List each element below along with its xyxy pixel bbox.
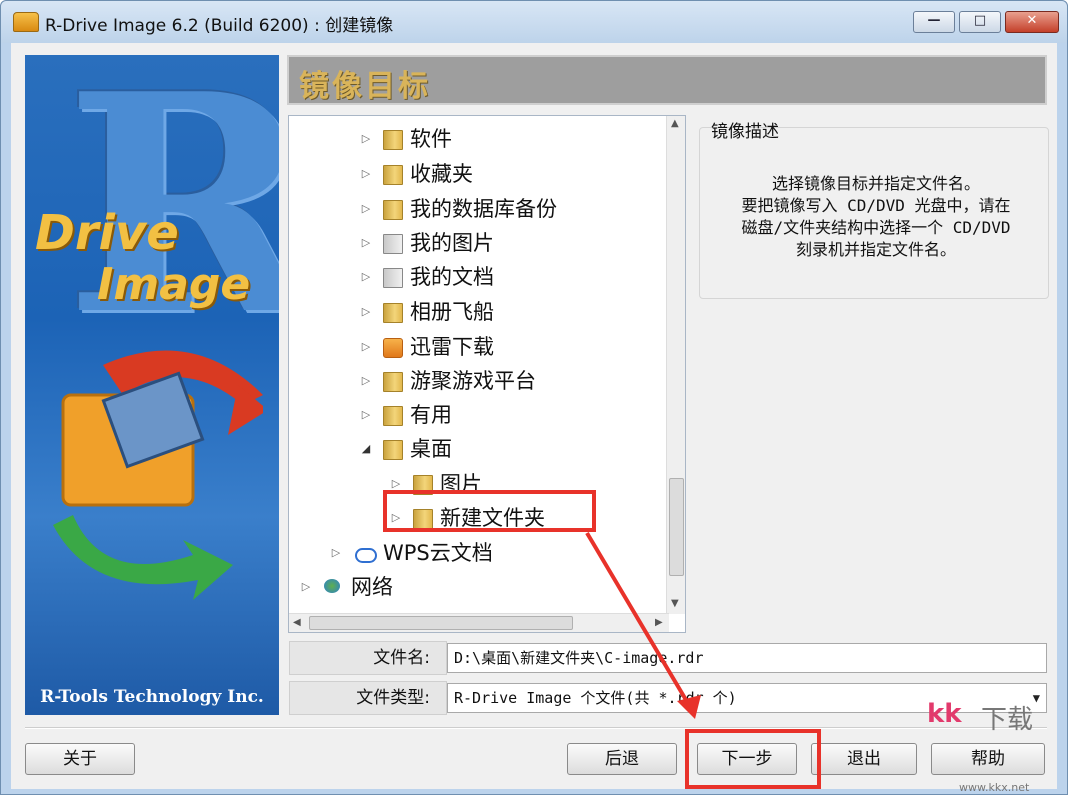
app-window: R-Drive Image 6.2 (Build 6200) : 创建镜像 — … bbox=[0, 0, 1068, 795]
watermark-url: www.kkx.net bbox=[959, 781, 1030, 794]
annotation-arrow-icon bbox=[585, 531, 701, 719]
watermark-brand: kk bbox=[927, 699, 962, 729]
watermark-text: 下载 bbox=[981, 705, 1034, 735]
